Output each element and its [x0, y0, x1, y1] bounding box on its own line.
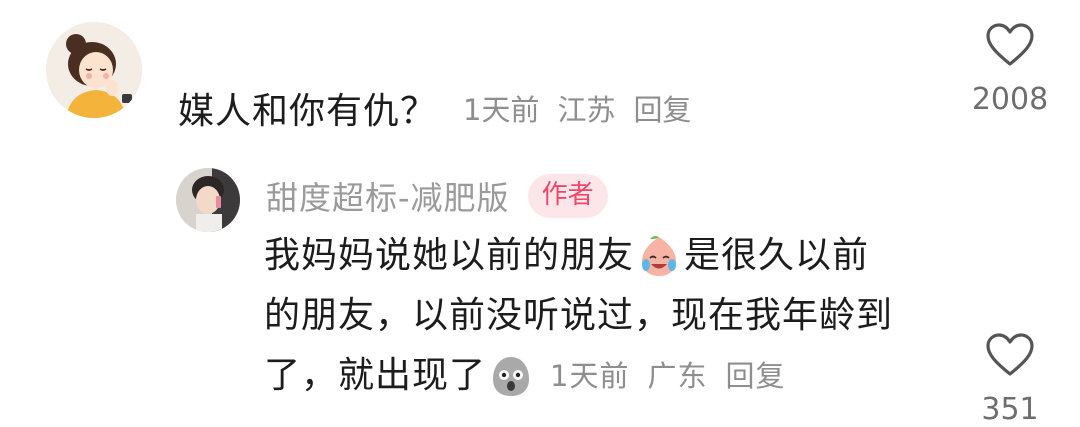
reply-time: 1天前: [550, 359, 630, 393]
like-count: 2008: [971, 82, 1049, 117]
reply-location: 广东: [647, 359, 708, 393]
comment-text: 媒人和你有仇？: [178, 91, 438, 132]
comment-item: 媒人和你有仇？ 1天前 江苏 回复 2008: [0, 0, 1080, 160]
heart-outline-icon[interactable]: [985, 332, 1035, 378]
like-control: 2008: [955, 22, 1065, 117]
reply-item: 甜度超标-减肥版 作者 我妈妈说她以前的朋友 是很久以前 的朋友，以前没听说过，…: [0, 160, 1080, 427]
reply-text-segment: 了，就出现了: [264, 355, 487, 396]
avatar[interactable]: [46, 22, 142, 118]
reply-header: 甜度超标-减肥版 作者: [266, 172, 608, 220]
reply-body: 我妈妈说她以前的朋友 是很久以前 的朋友，以前没听说过，现在我年龄到 了，就出现…: [264, 226, 944, 406]
author-badge: 作者: [527, 174, 608, 218]
like-control: 351: [955, 332, 1065, 427]
comment-time: 1天前: [463, 93, 540, 127]
reply-button[interactable]: 回复: [725, 346, 785, 406]
reply-button[interactable]: 回复: [633, 87, 691, 129]
reply-line: 了，就出现了 1天前 广东 回复: [264, 346, 944, 406]
comment-location: 江苏: [557, 93, 616, 127]
shocked-blob-emoji: [493, 357, 530, 396]
heart-outline-icon[interactable]: [985, 22, 1035, 68]
reply-text-segment: 我妈妈说她以前的朋友: [264, 235, 635, 276]
reply-username[interactable]: 甜度超标-减肥版: [266, 173, 510, 219]
avatar-illustration: [46, 22, 142, 118]
like-count: 351: [981, 392, 1039, 427]
reply-text-segment: 的朋友，以前没听说过，现在我年龄到: [264, 295, 894, 336]
comment-body: 媒人和你有仇？ 1天前 江苏 回复: [178, 84, 710, 132]
avatar-photo: [176, 168, 240, 232]
comment-meta: 1天前 江苏 回复: [463, 87, 709, 129]
reply-line: 的朋友，以前没听说过，现在我年龄到: [264, 286, 944, 346]
reply-text-segment: 是很久以前: [684, 235, 870, 276]
crying-laughing-peach-emoji: [642, 235, 677, 276]
reply-meta: 1天前 广东 回复: [550, 346, 803, 406]
reply-line: 我妈妈说她以前的朋友 是很久以前: [264, 226, 944, 286]
avatar[interactable]: [176, 168, 240, 232]
